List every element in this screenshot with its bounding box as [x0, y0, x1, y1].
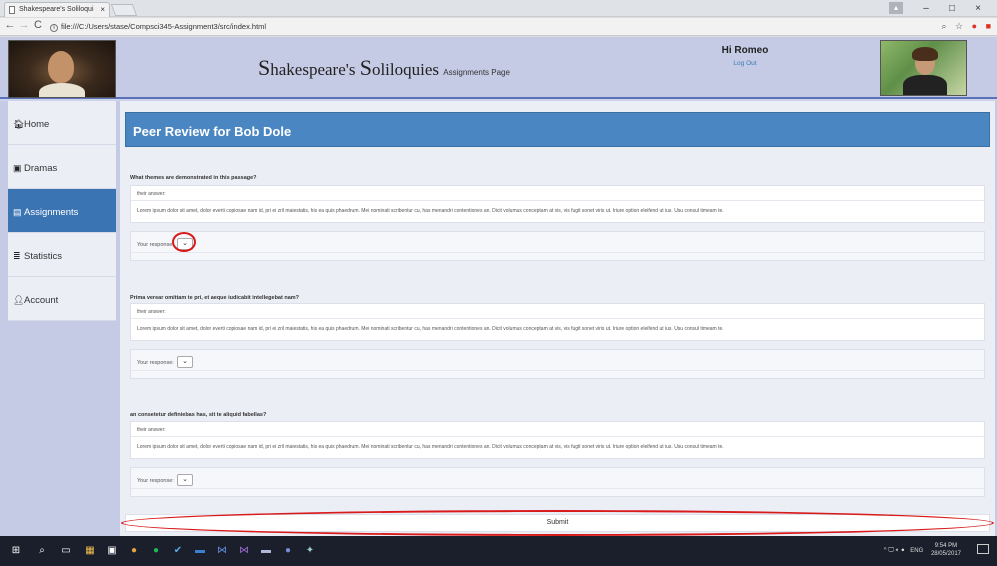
user-avatar [880, 40, 967, 96]
file-explorer-icon[interactable]: ▦ [84, 545, 96, 557]
notification-icon[interactable] [977, 544, 989, 554]
page-title: Peer Review for Bob Dole [133, 124, 292, 139]
response-label: Your response: [137, 360, 174, 366]
reload-icon[interactable]: C [32, 19, 44, 31]
response-box: Your response: ⌄ [130, 231, 985, 261]
user-icon: 👤︎ [13, 295, 25, 305]
response-label: Your response: [137, 478, 174, 484]
close-window-button[interactable]: × [966, 0, 990, 17]
url-text: file:///C:/Users/stase/Compsci345-Assign… [61, 22, 267, 31]
browser-tab-bar: Shakespeare's Soliloqui × ▴ – □ × [0, 0, 997, 17]
system-tray: ^ 🖵 🔈︎ ● ENG 9:54 PM 28/05/2017 [884, 542, 961, 558]
toolbar-icons: ⌕ ☆ ● ■ [935, 21, 991, 32]
forward-icon[interactable]: → [18, 19, 30, 31]
film-icon: ▣ [13, 163, 22, 173]
response-box: Your response: ⌄ [130, 467, 985, 497]
response-select[interactable]: ⌄ [177, 356, 193, 368]
response-box: Your response: ⌄ [130, 349, 985, 379]
answer-label: their answer: [137, 309, 166, 315]
language-indicator[interactable]: ENG [910, 548, 923, 554]
windows-start-icon[interactable]: ⊞ [10, 545, 22, 557]
tray-icons[interactable]: ^ 🖵 🔈︎ ● [884, 548, 905, 554]
clock[interactable]: 9:54 PM 28/05/2017 [931, 542, 961, 558]
app-icon[interactable]: ● [282, 545, 294, 557]
site-title: Shakespeare's Soliloquies Assignments Pa… [258, 55, 510, 80]
sidebar-item-dramas[interactable]: ▣ Dramas [8, 145, 116, 189]
check-app-icon[interactable]: ✔ [172, 545, 184, 557]
site-header: Shakespeare's Soliloquies Assignments Pa… [0, 37, 997, 99]
shakespeare-portrait [8, 40, 116, 98]
extension-icon[interactable]: ● [972, 21, 977, 31]
sidebar-item-assignments[interactable]: ▤ Assignments [8, 189, 116, 233]
task-view-icon[interactable]: ▭ [60, 545, 72, 557]
page-icon [9, 6, 15, 14]
app-icon[interactable]: ▬ [260, 545, 272, 557]
new-tab-button[interactable] [110, 4, 138, 16]
answer-box: their answer: Lorem ipsum dolor sit amet… [130, 185, 985, 223]
answer-label: their answer: [137, 427, 166, 433]
menu-icon[interactable]: ■ [986, 21, 991, 31]
question-title: Prima verear omittam te pri, et aeque iu… [130, 295, 300, 301]
chart-icon: ≣ [13, 251, 21, 261]
main-content: Peer Review for Bob Dole What themes are… [116, 101, 997, 536]
response-label: Your response: [137, 242, 174, 248]
url-field[interactable]: i file:///C:/Users/stase/Compsci345-Assig… [50, 20, 870, 34]
app-icon[interactable]: ✦ [304, 545, 316, 557]
profile-icon[interactable]: ▴ [889, 2, 903, 14]
answer-text: Lorem ipsum dolor sit amet, dolor everti… [137, 444, 724, 450]
clock-date: 28/05/2017 [930, 551, 961, 557]
site-subtitle: Assignments Page [443, 68, 510, 77]
clock-time: 9:54 PM [934, 543, 958, 549]
maximize-button[interactable]: □ [940, 0, 964, 17]
spotify-icon[interactable]: ● [150, 545, 162, 557]
address-bar: ← → C i file:///C:/Users/stase/Compsci345… [0, 18, 997, 36]
browser-tab[interactable]: Shakespeare's Soliloqui × [4, 2, 110, 17]
sidebar-item-home[interactable]: 🏠︎Home [8, 101, 116, 145]
sidebar-item-account[interactable]: 👤︎Account [8, 277, 116, 321]
close-tab-icon[interactable]: × [100, 3, 105, 17]
star-icon[interactable]: ☆ [955, 21, 963, 32]
web-page: Shakespeare's Soliloquies Assignments Pa… [0, 37, 997, 536]
user-greeting: Hi Romeo [721, 45, 769, 56]
info-icon[interactable]: i [50, 24, 58, 32]
list-icon: ▤ [13, 207, 22, 217]
home-icon: 🏠︎ [13, 119, 25, 129]
tab-title: Shakespeare's Soliloqui [19, 6, 94, 13]
question-title: What themes are demonstrated in this pas… [130, 175, 257, 181]
back-icon[interactable]: ← [4, 19, 16, 31]
question-title: an consetetur definiebas has, sit te ali… [130, 412, 267, 418]
zoom-icon[interactable]: ⌕ [941, 21, 946, 32]
page-banner: Peer Review for Bob Dole [125, 112, 990, 147]
app-icon[interactable]: ▬ [194, 545, 206, 557]
vscode-icon[interactable]: ⋈ [216, 545, 228, 557]
chrome-icon[interactable]: ● [128, 545, 140, 557]
annotation-circle [172, 232, 196, 252]
response-select[interactable]: ⌄ [177, 474, 193, 486]
search-icon[interactable]: ⌕ [36, 545, 48, 557]
answer-text: Lorem ipsum dolor sit amet, dolor everti… [137, 326, 724, 332]
answer-box: their answer: Lorem ipsum dolor sit amet… [130, 421, 985, 459]
annotation-oval [121, 510, 994, 536]
visual-studio-icon[interactable]: ⋈ [238, 545, 250, 557]
answer-box: their answer: Lorem ipsum dolor sit amet… [130, 303, 985, 341]
taskbar: ⊞ ⌕ ▭ ▦ ▣ ● ● ✔ ▬ ⋈ ⋈ ▬ ● ✦ ^ 🖵 🔈︎ ● ENG… [0, 536, 997, 566]
minimize-button[interactable]: – [914, 0, 938, 17]
logout-link[interactable]: Log Out [700, 60, 790, 67]
sidebar: 🏠︎Home ▣ Dramas ▤ Assignments ≣ Statistics … [0, 101, 116, 536]
sidebar-item-statistics[interactable]: ≣ Statistics [8, 233, 116, 277]
answer-label: their answer: [137, 191, 166, 197]
answer-text: Lorem ipsum dolor sit amet, dolor everti… [137, 208, 724, 214]
store-icon[interactable]: ▣ [106, 545, 118, 557]
